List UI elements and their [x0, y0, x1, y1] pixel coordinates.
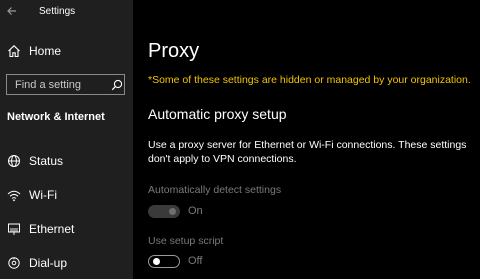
ethernet-icon [7, 222, 21, 236]
sidebar-item-status[interactable]: Status [0, 150, 133, 172]
sidebar-item-wifi[interactable]: Wi-Fi [0, 184, 133, 206]
search-input[interactable] [15, 77, 103, 92]
detect-settings-state: On [188, 205, 203, 217]
setup-script-label: Use setup script [148, 235, 224, 247]
back-button[interactable] [4, 3, 20, 19]
toggle-knob [153, 257, 160, 265]
sidebar-section-title: Network & Internet [7, 111, 105, 123]
nav-home-label: Home [29, 44, 62, 58]
app-title: Settings [39, 6, 76, 17]
sidebar-item-ethernet[interactable]: Ethernet [0, 218, 133, 240]
main-content: Proxy *Some of these settings are hidden… [133, 0, 480, 279]
detect-settings-label: Automatically detect settings [148, 184, 282, 196]
automatic-proxy-description: Use a proxy server for Ethernet or Wi-Fi… [148, 139, 467, 165]
detect-settings-toggle[interactable] [148, 205, 180, 218]
title-bar: Settings [0, 0, 133, 26]
dialup-icon [7, 256, 21, 270]
home-icon [7, 44, 21, 58]
automatic-proxy-heading: Automatic proxy setup [148, 106, 287, 122]
sidebar-item-dialup[interactable]: Dial-up [0, 252, 133, 274]
page-title: Proxy [148, 40, 200, 62]
settings-window: Settings Home Network & Internet [0, 0, 480, 279]
sidebar-item-label: Wi-Fi [29, 188, 57, 202]
organization-notice: *Some of these settings are hidden or ma… [148, 74, 471, 86]
sidebar: Settings Home Network & Internet [0, 0, 133, 279]
search-field[interactable] [6, 74, 125, 95]
sidebar-item-label: Ethernet [29, 222, 75, 236]
sidebar-item-label: Dial-up [29, 256, 68, 270]
nav-home[interactable]: Home [0, 40, 133, 62]
globe-icon [7, 154, 21, 168]
toggle-knob [169, 208, 176, 215]
setup-script-toggle[interactable] [148, 255, 180, 268]
back-arrow-icon [7, 7, 16, 15]
sidebar-item-label: Status [29, 154, 64, 168]
search-icon[interactable] [111, 79, 123, 91]
setup-script-state: Off [188, 255, 203, 267]
wifi-icon [7, 188, 21, 202]
